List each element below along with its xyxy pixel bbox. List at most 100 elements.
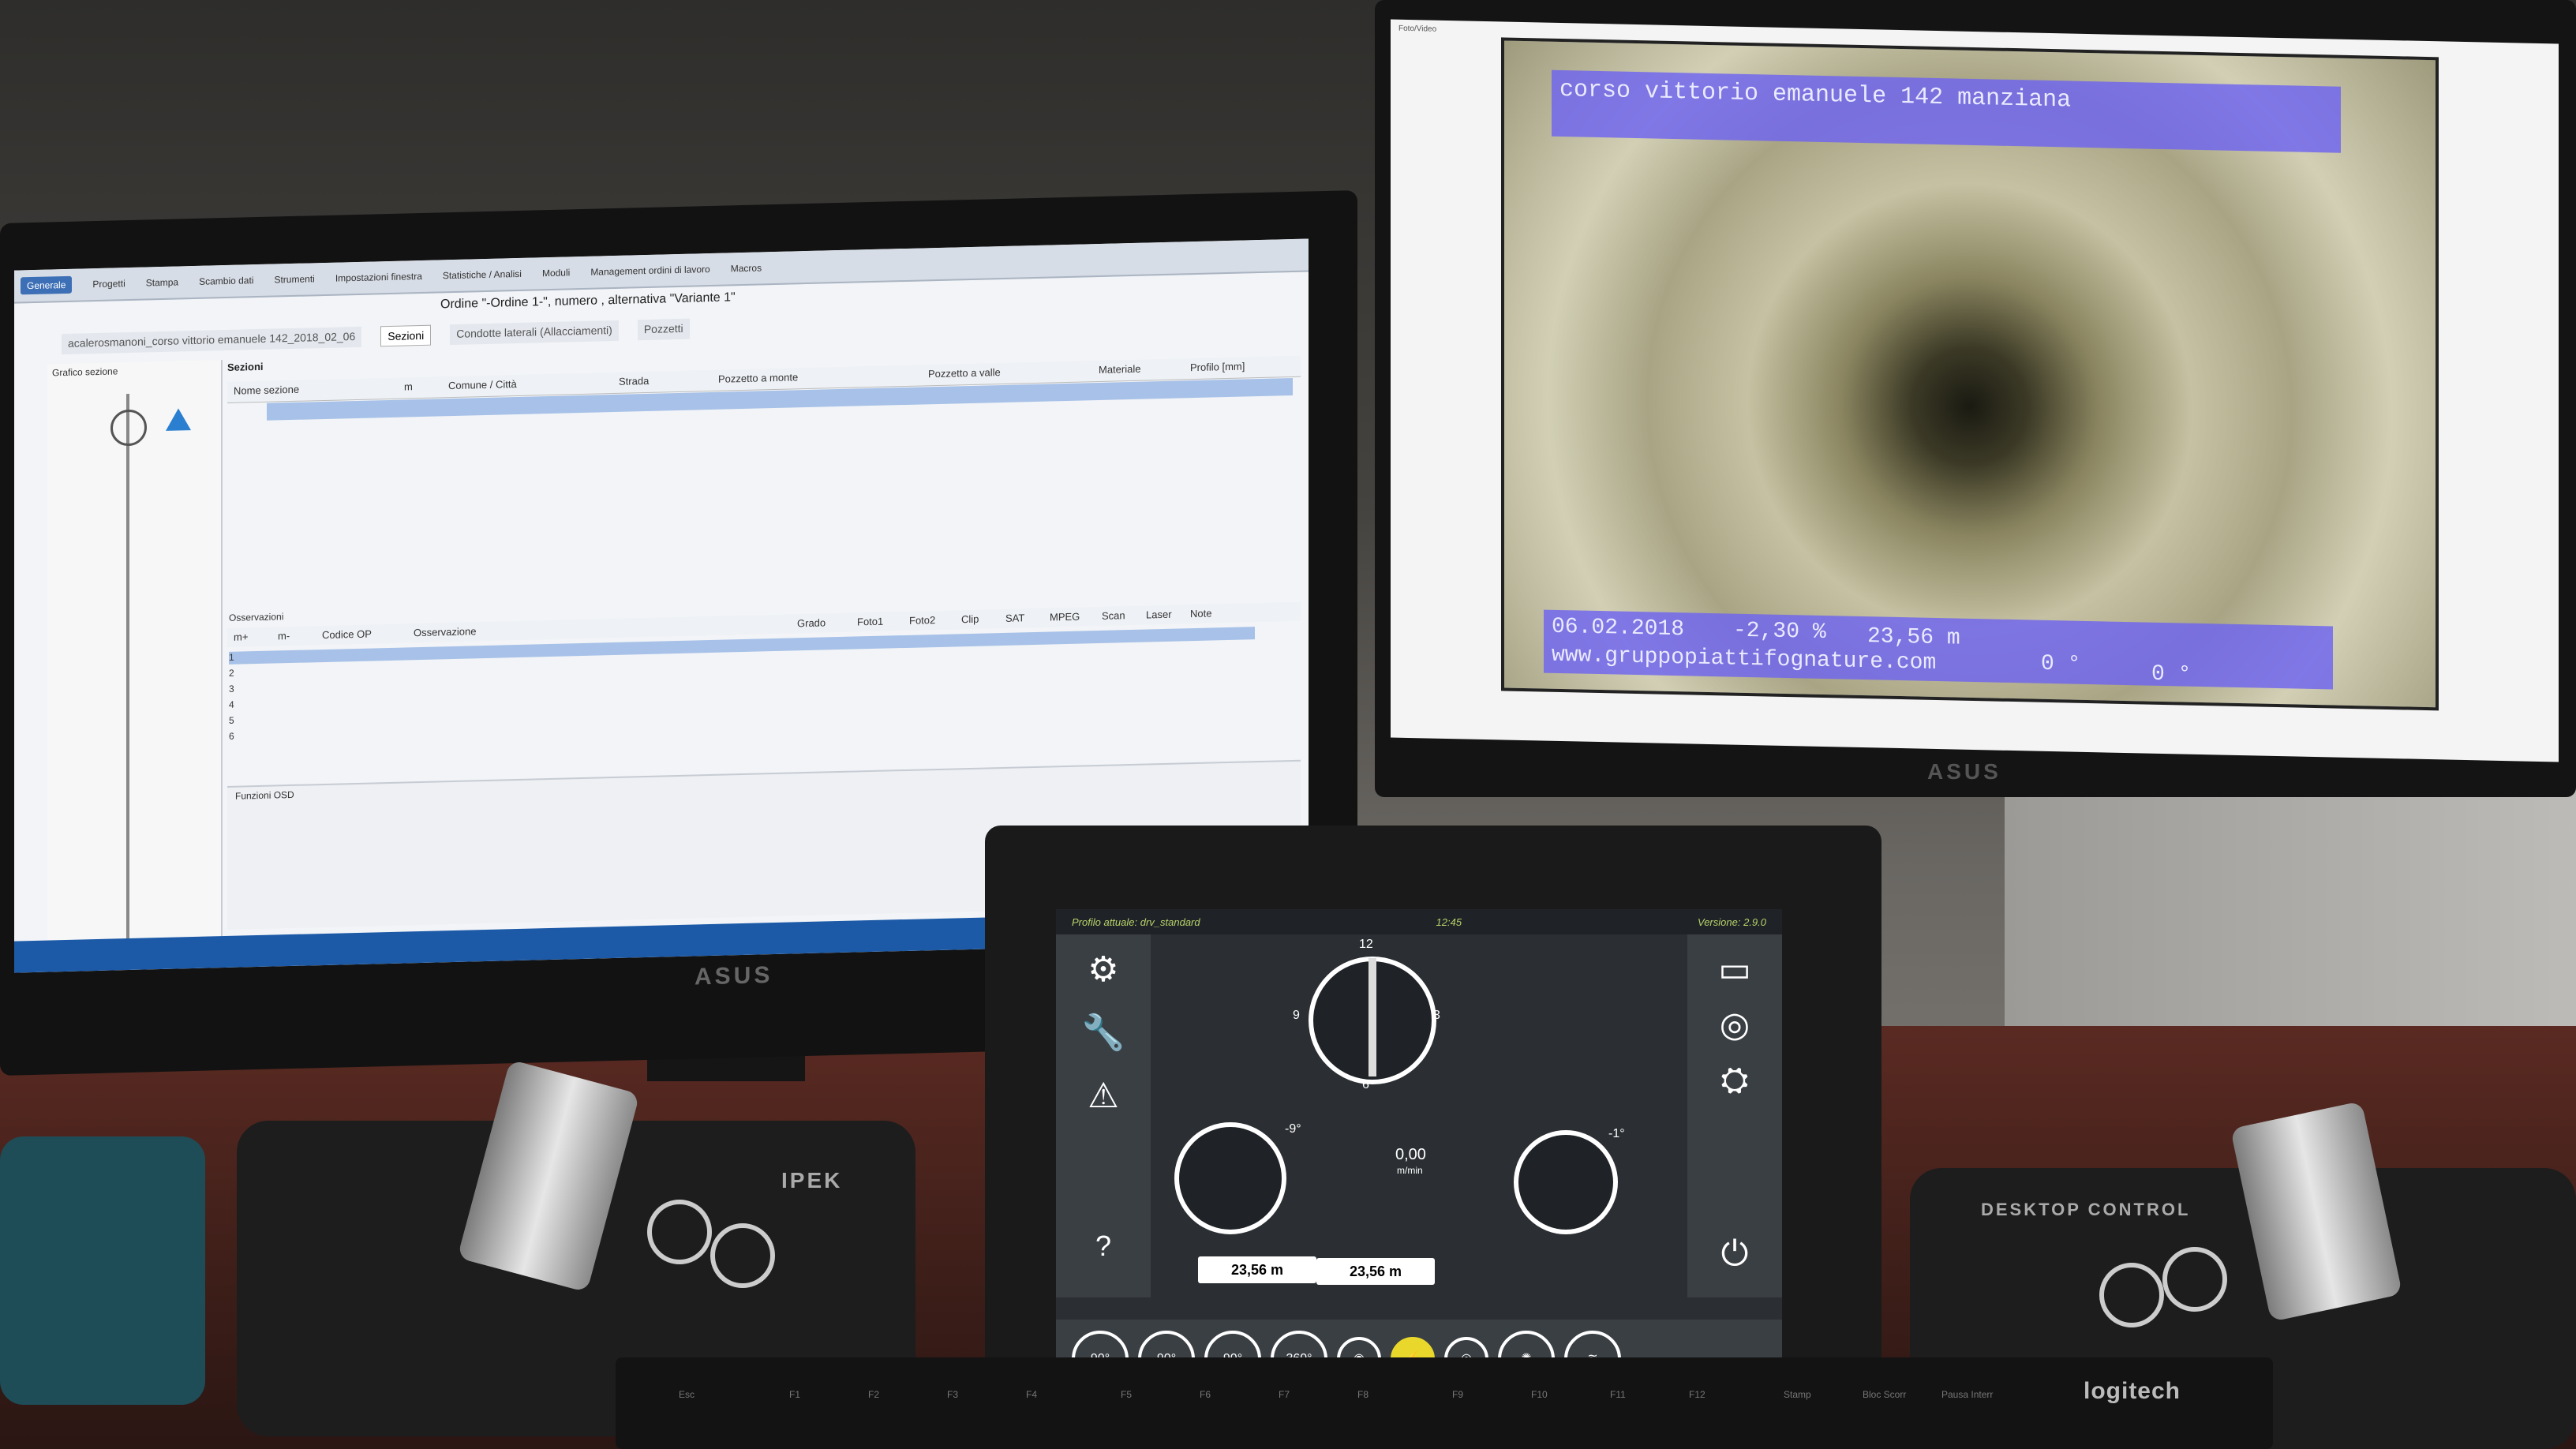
col-materiale[interactable]: Materiale	[1092, 358, 1184, 381]
tab-pozzetti[interactable]: Pozzetti	[637, 318, 690, 341]
key[interactable]: F11	[1610, 1389, 1626, 1400]
col-m-minus[interactable]: m-	[271, 626, 316, 646]
col-pozzetto-valle[interactable]: Pozzetto a valle	[922, 361, 1092, 385]
lens-icon[interactable]: ◎	[1703, 998, 1766, 1053]
control-button[interactable]	[647, 1200, 712, 1264]
ribbon-tab[interactable]: Strumenti	[274, 273, 314, 285]
warning-icon[interactable]: ⚠	[1072, 1069, 1135, 1124]
col-sat[interactable]: SAT	[999, 608, 1043, 628]
right-monitor-screen: Foto/Video corso vittorio emanuele 142 m…	[1391, 19, 2559, 762]
observations-label: Osservazioni	[229, 611, 284, 623]
warning-icon	[166, 408, 191, 431]
key[interactable]: Stamp	[1784, 1389, 1811, 1400]
row-number: 6	[229, 730, 234, 742]
col-foto1[interactable]: Foto1	[851, 612, 903, 632]
section-graphic-panel: Grafico sezione	[47, 360, 223, 964]
key[interactable]: F2	[868, 1389, 879, 1400]
key[interactable]: F12	[1689, 1389, 1705, 1400]
col-clip[interactable]: Clip	[955, 609, 999, 629]
col-osservazione[interactable]: Osservazione	[407, 615, 791, 643]
col-profilo[interactable]: Profilo [mm]	[1184, 356, 1291, 379]
col-scan[interactable]: Scan	[1095, 606, 1140, 626]
crawler-arm-icon[interactable]: ⛭	[1703, 1053, 1766, 1108]
distance-readout-right: 23,56 m	[1316, 1258, 1435, 1285]
col-pozzetto-monte[interactable]: Pozzetto a monte	[712, 365, 922, 391]
key[interactable]: F1	[789, 1389, 800, 1400]
version-value: 2.9.0	[1743, 915, 1766, 928]
osd-functions-label: Funzioni OSD	[235, 788, 294, 802]
key[interactable]: F9	[1452, 1389, 1463, 1400]
compass-3: 3	[1433, 1009, 1440, 1022]
left-monitor-logo: ASUS	[695, 962, 773, 990]
osd-incline: -2,30 %	[1733, 618, 1826, 646]
tab-condotte[interactable]: Condotte laterali (Allacciamenti)	[450, 320, 619, 346]
compass-gauge	[1309, 957, 1436, 1084]
key[interactable]: F7	[1279, 1389, 1290, 1400]
compass-6: 6	[1362, 1078, 1369, 1091]
ribbon-tab[interactable]: Stampa	[146, 276, 178, 288]
ribbon-tab[interactable]: Generale	[21, 275, 73, 295]
table-row[interactable]: 2	[229, 668, 234, 680]
wrench-icon[interactable]: 🔧	[1072, 1005, 1135, 1061]
project-tab[interactable]: acalerosmanoni_corso vittorio emanuele 1…	[62, 326, 362, 355]
key[interactable]: F5	[1121, 1389, 1132, 1400]
tab-sezioni[interactable]: Sezioni	[380, 324, 432, 347]
tablet-screen: Profilo attuale: drv_standard 12:45 Vers…	[1056, 909, 1782, 1398]
row-number: 2	[229, 667, 234, 679]
key[interactable]: F4	[1026, 1389, 1037, 1400]
osd-angle-2: 0 °	[2151, 661, 2192, 687]
col-note[interactable]: Note	[1184, 604, 1228, 623]
key[interactable]: Bloc Scorr	[1863, 1389, 1906, 1400]
ribbon-tab[interactable]: Statistiche / Analisi	[443, 268, 522, 281]
ribbon-tab[interactable]: Impostazioni finestra	[335, 271, 422, 284]
control-button[interactable]	[2099, 1263, 2164, 1327]
left-controller-brand: IPEK	[781, 1168, 843, 1193]
key[interactable]: F6	[1200, 1389, 1211, 1400]
tablet-left-menu: ⚙ 🔧 ⚠ ?	[1056, 934, 1151, 1297]
ribbon-tab[interactable]: Progetti	[92, 278, 125, 290]
power-icon[interactable]: ⏻	[1703, 1226, 1766, 1282]
col-m-plus[interactable]: m+	[227, 627, 271, 647]
ribbon-tab[interactable]: Scambio dati	[199, 275, 253, 287]
table-row[interactable]: 4	[229, 699, 234, 712]
key[interactable]: F3	[947, 1389, 958, 1400]
control-button[interactable]	[710, 1223, 775, 1288]
compass-12: 12	[1359, 938, 1373, 951]
key[interactable]: F10	[1531, 1389, 1548, 1400]
osd-distance: 23,56 m	[1867, 624, 1960, 651]
tilt-gauge-right	[1514, 1130, 1618, 1234]
key[interactable]: Esc	[679, 1389, 695, 1400]
profile-value: drv_standard	[1140, 915, 1200, 928]
col-grado[interactable]: Grado	[791, 613, 851, 634]
key[interactable]: Pausa Interr	[1941, 1389, 1993, 1400]
version-label: Versione:	[1698, 915, 1741, 928]
col-nome-sezione[interactable]: Nome sezione	[227, 378, 398, 402]
control-tablet: Profilo attuale: drv_standard 12:45 Vers…	[985, 826, 1881, 1449]
col-comune[interactable]: Comune / Città	[442, 373, 612, 397]
panel-title: Grafico sezione	[52, 365, 118, 379]
col-laser[interactable]: Laser	[1140, 605, 1184, 624]
table-row[interactable]: 3	[229, 683, 234, 696]
table-row[interactable]: 6	[229, 731, 234, 743]
crawler-icon[interactable]: ⚙	[1072, 942, 1135, 998]
question-icon[interactable]: ?	[1072, 1219, 1135, 1274]
order-title: Ordine "-Ordine 1-", numero , alternativ…	[440, 290, 736, 312]
col-codice-op[interactable]: Codice OP	[316, 623, 407, 645]
key[interactable]: F8	[1357, 1389, 1368, 1400]
compass-needle	[1368, 958, 1376, 1076]
tilt-right-value: -1°	[1608, 1127, 1625, 1140]
camera-icon[interactable]: ▭	[1703, 942, 1766, 998]
ribbon-tab[interactable]: Macros	[731, 262, 762, 274]
right-monitor: Foto/Video corso vittorio emanuele 142 m…	[1375, 0, 2576, 797]
ribbon-tab[interactable]: Moduli	[542, 267, 570, 279]
control-button[interactable]	[2162, 1247, 2227, 1312]
profile-label: Profilo attuale:	[1072, 915, 1138, 928]
table-row[interactable]: 5	[229, 715, 234, 728]
col-foto2[interactable]: Foto2	[903, 610, 955, 631]
ribbon-tab[interactable]: Management ordini di lavoro	[590, 264, 710, 278]
col-m[interactable]: m	[398, 376, 442, 398]
tilt-gauge-left	[1174, 1122, 1286, 1234]
col-strada[interactable]: Strada	[612, 370, 712, 393]
row-number: 4	[229, 698, 234, 710]
col-mpeg[interactable]: MPEG	[1043, 607, 1095, 627]
